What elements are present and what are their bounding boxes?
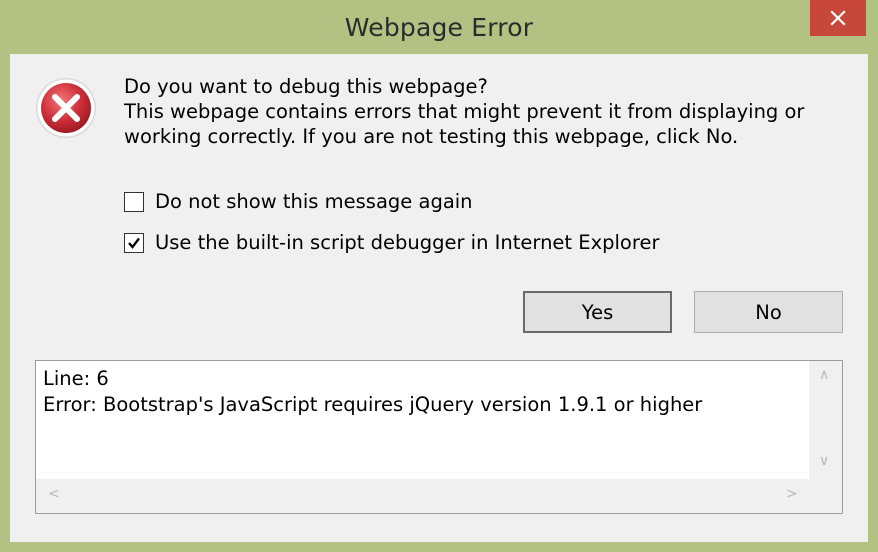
dont-show-again-option[interactable]: Do not show this message again — [124, 190, 473, 213]
error-x-icon — [36, 78, 96, 138]
dont-show-again-checkbox[interactable] — [124, 191, 144, 212]
use-debugger-label: Use the built-in script debugger in Inte… — [155, 231, 660, 254]
dialog-body: Do you want to debug this webpage? This … — [10, 54, 868, 542]
checkmark-icon — [128, 237, 140, 249]
message-question: Do you want to debug this webpage? — [124, 75, 488, 98]
dont-show-again-label: Do not show this message again — [155, 190, 473, 213]
message-text: Do you want to debug this webpage? This … — [124, 74, 844, 149]
no-button[interactable]: No — [694, 291, 843, 333]
scroll-right-icon[interactable]: > — [786, 486, 798, 502]
message-line-3: working correctly. If you are not testin… — [124, 125, 739, 148]
yes-button[interactable]: Yes — [523, 291, 672, 333]
horizontal-scrollbar[interactable]: < > — [36, 479, 809, 513]
dialog-window: Webpage Error Do you want to debug this … — [0, 0, 878, 552]
error-message: Error: Bootstrap's JavaScript requires j… — [43, 393, 703, 416]
error-details-text: Line: 6 Error: Bootstrap's JavaScript re… — [43, 366, 702, 418]
close-button[interactable] — [810, 0, 866, 36]
close-icon — [830, 10, 846, 26]
vertical-scrollbar[interactable]: ∧ ∨ — [809, 361, 842, 479]
error-line-number: Line: 6 — [43, 367, 109, 390]
error-details-box[interactable]: Line: 6 Error: Bootstrap's JavaScript re… — [35, 360, 843, 514]
use-debugger-checkbox[interactable] — [124, 232, 144, 253]
message-line-2: This webpage contains errors that might … — [124, 100, 805, 123]
window-title: Webpage Error — [344, 13, 534, 42]
scroll-left-icon[interactable]: < — [48, 486, 60, 502]
title-bar[interactable]: Webpage Error — [0, 0, 878, 54]
scroll-down-icon[interactable]: ∨ — [819, 453, 829, 469]
scrollbar-corner — [809, 479, 842, 513]
scroll-up-icon[interactable]: ∧ — [819, 367, 829, 383]
use-debugger-option[interactable]: Use the built-in script debugger in Inte… — [124, 231, 659, 254]
